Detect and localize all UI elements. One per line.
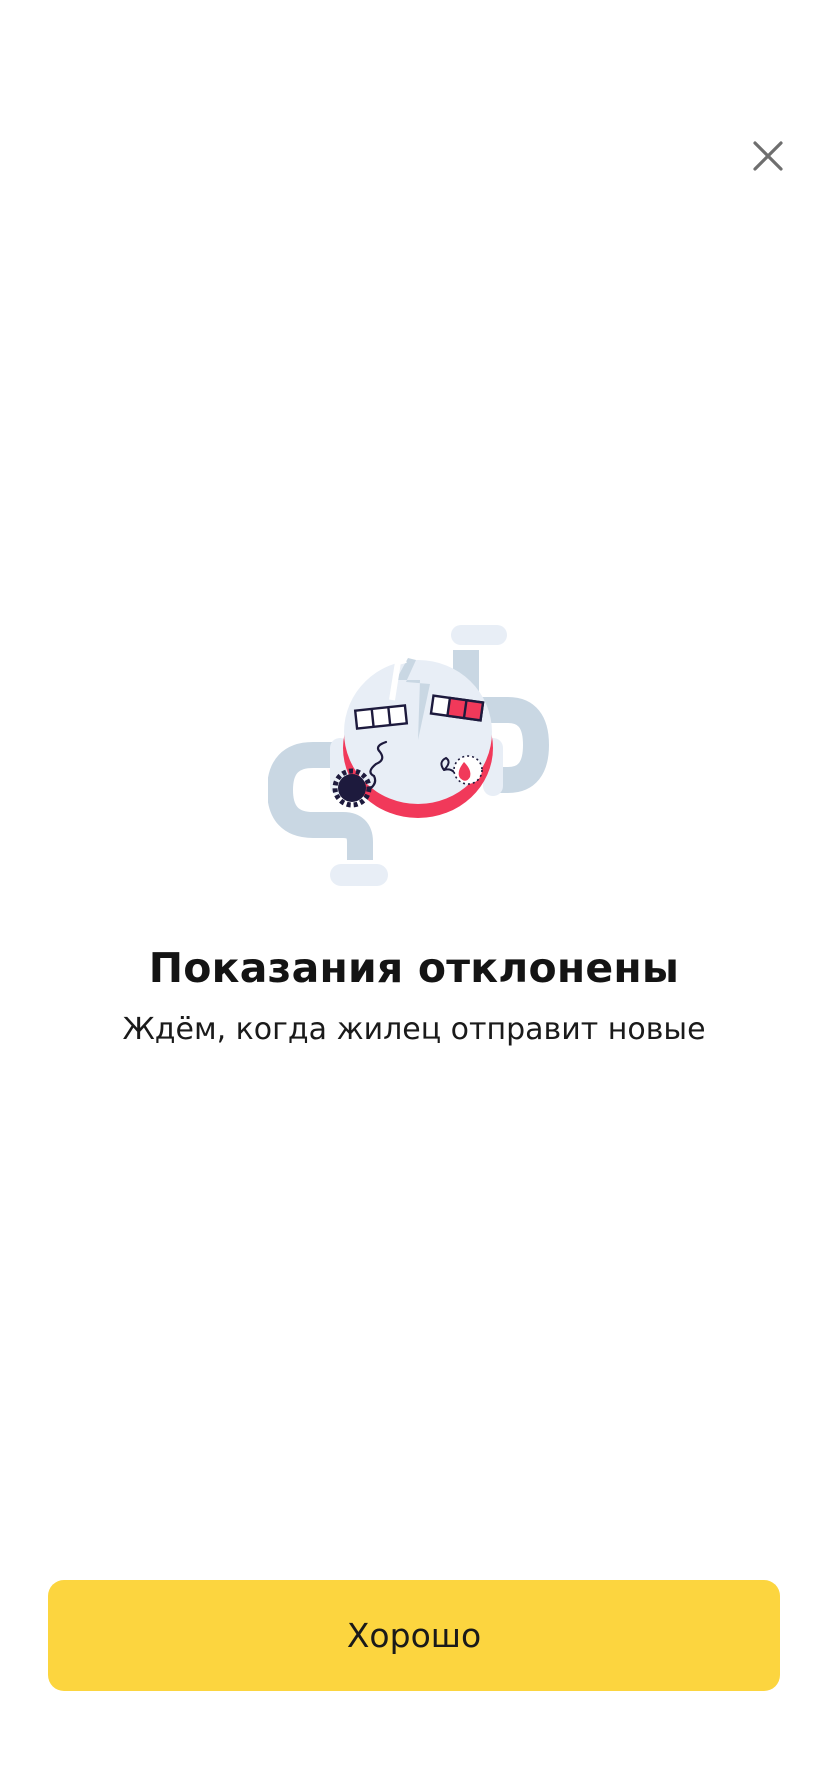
- close-button[interactable]: [742, 130, 794, 182]
- close-icon: [753, 141, 783, 171]
- ok-button-label: Хорошо: [346, 1616, 482, 1655]
- ok-button[interactable]: Хорошо: [48, 1580, 780, 1691]
- gear-icon: [332, 768, 372, 808]
- page-subtitle: Ждём, когда жилец отправит новые: [122, 1012, 706, 1047]
- page-title: Показания отклонены: [148, 944, 680, 992]
- broken-meter-pipes-illustration: [268, 625, 549, 886]
